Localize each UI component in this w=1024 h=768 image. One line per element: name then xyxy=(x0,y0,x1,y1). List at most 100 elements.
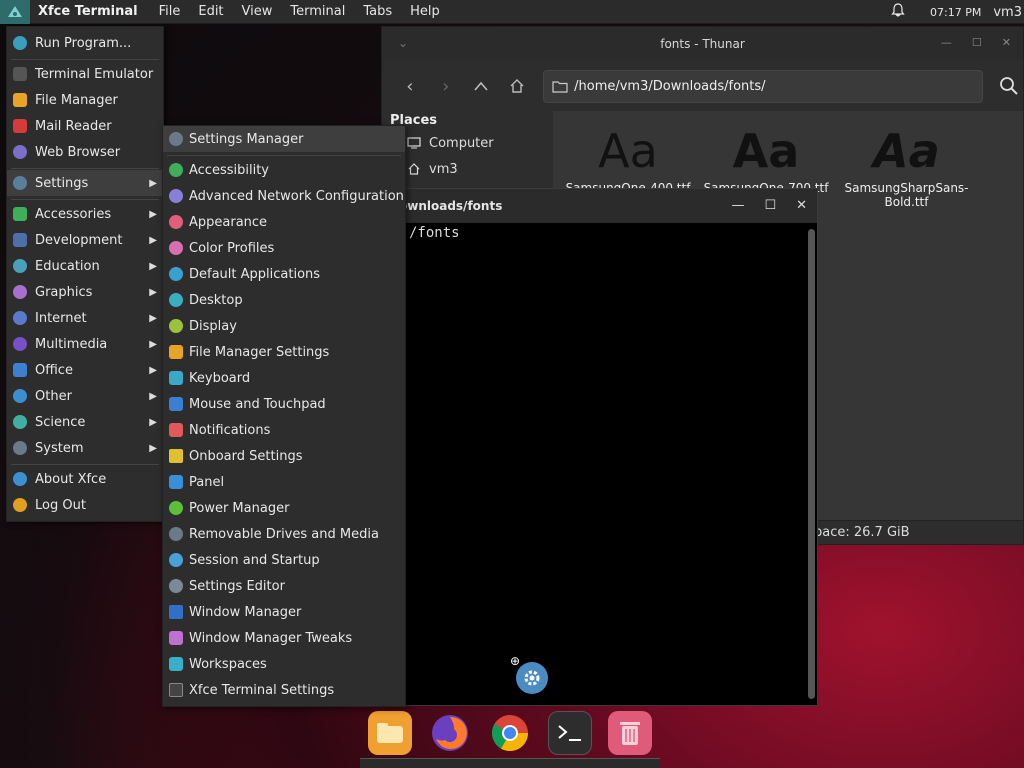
minimize-icon[interactable]: — xyxy=(941,36,952,49)
home-button[interactable] xyxy=(501,70,533,102)
submenu-item-removable-drives[interactable]: Removable Drives and Media xyxy=(163,521,405,547)
menu-item-label: Other xyxy=(35,388,72,404)
folder-icon xyxy=(13,93,27,107)
terminal-titlebar[interactable]: ownloads/fonts — ☐ ✕ xyxy=(381,189,817,223)
minimize-icon[interactable]: — xyxy=(731,198,744,213)
submenu-item-mouse-touchpad[interactable]: Mouse and Touchpad xyxy=(163,391,405,417)
submenu-item-file-manager-settings[interactable]: File Manager Settings xyxy=(163,339,405,365)
menu-item-multimedia[interactable]: Multimedia ▶ xyxy=(7,331,163,357)
dragged-gear-icon xyxy=(516,662,548,694)
places-item-computer[interactable]: Computer xyxy=(382,130,552,156)
search-button[interactable] xyxy=(995,72,1023,100)
menu-item-about-xfce[interactable]: About Xfce xyxy=(7,466,163,492)
submenu-item-accessibility[interactable]: Accessibility xyxy=(163,157,405,183)
menu-item-accessories[interactable]: Accessories ▶ xyxy=(7,201,163,227)
submenu-item-display[interactable]: Display xyxy=(163,313,405,339)
notification-bell-icon[interactable] xyxy=(890,2,906,22)
close-icon[interactable]: ✕ xyxy=(1002,36,1011,49)
submenu-item-panel[interactable]: Panel xyxy=(163,469,405,495)
menu-item-development[interactable]: Development ▶ xyxy=(7,227,163,253)
submenu-item-onboard-settings[interactable]: Onboard Settings xyxy=(163,443,405,469)
menu-help[interactable]: Help xyxy=(401,4,449,19)
terminal-dock-icon[interactable] xyxy=(548,711,592,755)
submenu-item-appearance[interactable]: Appearance xyxy=(163,209,405,235)
menu-file[interactable]: File xyxy=(150,4,190,19)
menu-item-label: Internet xyxy=(35,310,87,326)
submenu-item-settings-manager[interactable]: Settings Manager xyxy=(163,126,405,152)
submenu-item-advanced-network[interactable]: Advanced Network Configuration xyxy=(163,183,405,209)
close-icon[interactable]: ✕ xyxy=(796,198,807,213)
menu-item-web-browser[interactable]: Web Browser xyxy=(7,139,163,165)
submenu-item-session-startup[interactable]: Session and Startup xyxy=(163,547,405,573)
menu-item-mail-reader[interactable]: Mail Reader xyxy=(7,113,163,139)
chrome-dock-icon[interactable] xyxy=(488,711,532,755)
submenu-item-default-applications[interactable]: Default Applications xyxy=(163,261,405,287)
menu-item-log-out[interactable]: Log Out xyxy=(7,492,163,518)
maximize-icon[interactable]: ☐ xyxy=(764,198,776,213)
applications-menu: Run Program... Terminal Emulator File Ma… xyxy=(6,26,164,522)
file-item[interactable]: Aa SamsungOne-400.ttf xyxy=(563,121,693,195)
menu-terminal[interactable]: Terminal xyxy=(281,4,354,19)
menu-item-terminal-emulator[interactable]: Terminal Emulator xyxy=(7,61,163,87)
terminal-scrollbar[interactable] xyxy=(808,229,815,699)
menu-item-education[interactable]: Education ▶ xyxy=(7,253,163,279)
file-manager-dock-icon[interactable] xyxy=(368,711,412,755)
submenu-item-power-manager[interactable]: Power Manager xyxy=(163,495,405,521)
location-bar[interactable] xyxy=(543,69,984,103)
firefox-dock-icon[interactable] xyxy=(428,711,472,755)
menu-view[interactable]: View xyxy=(233,4,282,19)
menu-item-graphics[interactable]: Graphics ▶ xyxy=(7,279,163,305)
menu-tabs[interactable]: Tabs xyxy=(354,4,401,19)
submenu-item-label: Color Profiles xyxy=(189,240,275,256)
terminal-settings-icon xyxy=(169,683,183,697)
menu-edit[interactable]: Edit xyxy=(189,4,232,19)
submenu-item-label: Window Manager xyxy=(189,604,302,620)
submenu-item-keyboard[interactable]: Keyboard xyxy=(163,365,405,391)
thunar-titlebar[interactable]: ⌄ fonts - Thunar — ☐ ✕ xyxy=(382,27,1023,61)
menu-item-internet[interactable]: Internet ▶ xyxy=(7,305,163,331)
xfce-menu-button[interactable] xyxy=(0,0,30,24)
submenu-item-workspaces[interactable]: Workspaces xyxy=(163,651,405,677)
maximize-icon[interactable]: ☐ xyxy=(972,36,982,49)
parent-folder-button[interactable] xyxy=(466,70,498,102)
menu-item-science[interactable]: Science ▶ xyxy=(7,409,163,435)
submenu-item-label: Notifications xyxy=(189,422,271,438)
menu-item-office[interactable]: Office ▶ xyxy=(7,357,163,383)
forward-button[interactable]: › xyxy=(430,70,462,102)
terminal-window: ownloads/fonts — ☐ ✕ /fonts xyxy=(380,188,818,706)
menu-separator xyxy=(11,199,159,200)
submenu-item-xfce-terminal-settings[interactable]: Xfce Terminal Settings xyxy=(163,677,405,703)
menu-item-other[interactable]: Other ▶ xyxy=(7,383,163,409)
submenu-item-settings-editor[interactable]: Settings Editor xyxy=(163,573,405,599)
back-button[interactable]: ‹ xyxy=(394,70,426,102)
menu-item-run-program[interactable]: Run Program... xyxy=(7,30,163,56)
menu-item-settings[interactable]: Settings ▶ xyxy=(7,170,163,196)
menu-item-file-manager[interactable]: File Manager xyxy=(7,87,163,113)
submenu-item-label: Session and Startup xyxy=(189,552,320,568)
submenu-item-color-profiles[interactable]: Color Profiles xyxy=(163,235,405,261)
thunar-toolbar: ‹ › xyxy=(382,61,1023,111)
terminal-output[interactable]: /fonts xyxy=(381,223,805,705)
window-menu-icon[interactable]: ⌄ xyxy=(398,36,408,50)
computer-icon xyxy=(407,137,421,149)
panel-clock[interactable]: 07:17 PM xyxy=(930,6,981,19)
submenu-item-window-manager-tweaks[interactable]: Window Manager Tweaks xyxy=(163,625,405,651)
menu-item-system[interactable]: System ▶ xyxy=(7,435,163,461)
file-item[interactable]: Aa SamsungSharpSans-Bold.ttf xyxy=(839,121,974,209)
file-item[interactable]: Aa SamsungOne-700.ttf xyxy=(701,121,831,195)
keyboard-icon xyxy=(169,371,183,385)
menu-item-label: Office xyxy=(35,362,73,378)
active-app-title: Xfce Terminal xyxy=(38,4,138,19)
submenu-arrow-icon: ▶ xyxy=(149,416,157,428)
trash-dock-icon[interactable] xyxy=(608,711,652,755)
menu-item-label: Web Browser xyxy=(35,144,121,160)
menu-item-label: Multimedia xyxy=(35,336,108,352)
menu-item-label: Education xyxy=(35,258,100,274)
submenu-item-window-manager[interactable]: Window Manager xyxy=(163,599,405,625)
other-icon xyxy=(13,389,27,403)
places-item-home[interactable]: vm3 xyxy=(382,156,552,182)
submenu-item-notifications[interactable]: Notifications xyxy=(163,417,405,443)
submenu-item-desktop[interactable]: Desktop xyxy=(163,287,405,313)
panel-user[interactable]: vm3 xyxy=(993,5,1022,20)
location-input[interactable] xyxy=(574,78,975,94)
